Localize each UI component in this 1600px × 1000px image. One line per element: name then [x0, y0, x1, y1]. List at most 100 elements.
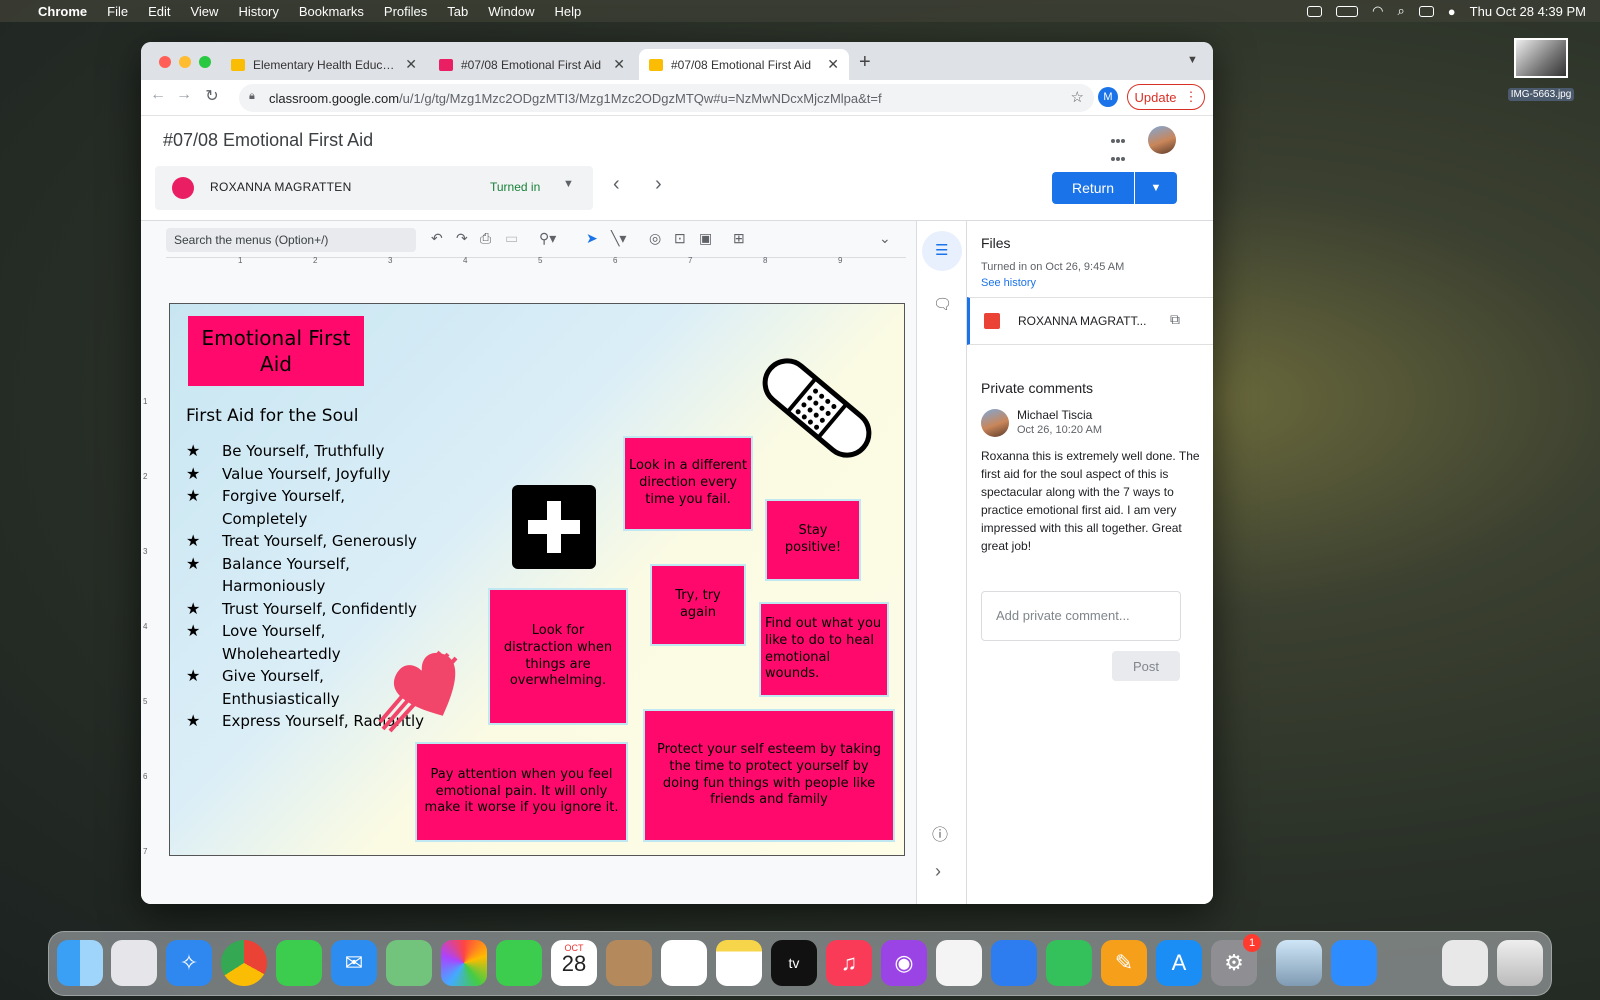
back-icon[interactable]: ←: [147, 86, 169, 104]
music-icon[interactable]: ♫: [826, 940, 872, 986]
tab-emotional-first-aid-1[interactable]: #07/08 Emotional First Aid ✕: [429, 49, 635, 80]
tab-health-education[interactable]: Elementary Health Education ( ✕: [221, 49, 427, 80]
first-aid-cross-icon[interactable]: [512, 485, 596, 569]
menu-app-name[interactable]: Chrome: [38, 4, 87, 19]
photos-icon[interactable]: [441, 940, 487, 986]
appstore-icon[interactable]: A: [1156, 940, 1202, 986]
heart-icon[interactable]: [378, 634, 478, 734]
text-box-icon[interactable]: ⊡: [674, 230, 686, 247]
update-button[interactable]: Update ⋮: [1127, 84, 1205, 110]
tab-emotional-first-aid-active[interactable]: #07/08 Emotional First Aid ✕: [639, 49, 849, 80]
attached-file-row[interactable]: ROXANNA MAGRATT... ⧉: [967, 297, 1213, 345]
profile-avatar[interactable]: M: [1098, 87, 1118, 107]
google-apps-icon[interactable]: [1111, 132, 1127, 179]
reminders-icon[interactable]: [661, 940, 707, 986]
reload-icon[interactable]: ↻: [201, 86, 223, 106]
tab-search-icon[interactable]: ▼: [1187, 54, 1198, 66]
collapse-toolbar-icon[interactable]: ⌄: [879, 230, 891, 247]
appletv-icon[interactable]: tv: [771, 940, 817, 986]
menu-help[interactable]: Help: [555, 4, 582, 19]
zoom-window-button[interactable]: [199, 56, 211, 68]
control-center-icon[interactable]: [1418, 5, 1434, 17]
account-avatar[interactable]: [1148, 126, 1176, 154]
collapse-panel-icon[interactable]: ›: [935, 861, 941, 882]
trash-icon[interactable]: [1497, 940, 1543, 986]
podcasts-icon[interactable]: ◉: [881, 940, 927, 986]
minimize-window-button[interactable]: [179, 56, 191, 68]
student-selector[interactable]: ROXANNA MAGRATTEN Turned in ▼: [155, 166, 593, 210]
tip-look-different[interactable]: Look in a different direction every time…: [623, 436, 753, 531]
siri-icon[interactable]: ●: [1448, 4, 1456, 19]
menubar-clock[interactable]: Thu Oct 28 4:39 PM: [1470, 4, 1586, 19]
files-tab-icon[interactable]: ☰: [922, 231, 962, 271]
notes-icon[interactable]: [716, 940, 762, 986]
menu-bookmarks[interactable]: Bookmarks: [299, 4, 364, 19]
lock-icon[interactable]: 🔒︎: [249, 90, 255, 103]
menu-history[interactable]: History: [238, 4, 278, 19]
zoom-icon[interactable]: ⚲▾: [539, 230, 556, 247]
zoom-icon[interactable]: [1331, 940, 1377, 986]
keynote-icon[interactable]: [991, 940, 1037, 986]
paint-format-icon[interactable]: ▭: [505, 230, 518, 247]
return-options-button[interactable]: ▼: [1135, 172, 1177, 204]
documents-icon[interactable]: [1442, 940, 1488, 986]
help-icon[interactable]: ⓘ: [932, 821, 948, 845]
poster-title[interactable]: Emotional First Aid: [188, 316, 364, 386]
select-icon[interactable]: ➤: [586, 230, 598, 247]
contacts-icon[interactable]: [606, 940, 652, 986]
menu-tab[interactable]: Tab: [447, 4, 468, 19]
safari-icon[interactable]: ✧: [166, 940, 212, 986]
poster-subtitle[interactable]: First Aid for the Soul: [186, 406, 359, 426]
previous-student-icon[interactable]: ‹: [613, 173, 620, 196]
settings-icon[interactable]: ⚙ 1: [1211, 934, 1261, 986]
comment-add-icon[interactable]: ⊞: [733, 230, 745, 247]
drawing-canvas[interactable]: Emotional First Aid First Aid for the So…: [169, 303, 905, 856]
redo-icon[interactable]: ↷: [456, 230, 468, 247]
chrome-icon[interactable]: [221, 940, 267, 986]
image-icon[interactable]: ▣: [699, 230, 712, 247]
open-in-new-icon[interactable]: ⧉: [1170, 311, 1180, 328]
tip-pay-attention[interactable]: Pay attention when you feel emotional pa…: [415, 742, 628, 842]
next-student-icon[interactable]: ›: [655, 173, 662, 196]
bandage-icon[interactable]: [752, 348, 882, 468]
return-button[interactable]: Return: [1052, 172, 1134, 204]
spotlight-icon[interactable]: ⌕: [1398, 3, 1405, 19]
mail-icon[interactable]: ✉: [331, 940, 377, 986]
see-history-link[interactable]: See history: [981, 277, 1036, 289]
forward-icon[interactable]: →: [173, 86, 195, 104]
numbers-icon[interactable]: [1046, 940, 1092, 986]
maps-icon[interactable]: [386, 940, 432, 986]
chevron-down-icon[interactable]: ▼: [563, 178, 574, 190]
menu-view[interactable]: View: [190, 4, 218, 19]
tip-protect[interactable]: Protect your self esteem by taking the t…: [643, 709, 895, 842]
launchpad-icon[interactable]: [111, 940, 157, 986]
address-bar[interactable]: 🔒︎ classroom.google.com/u/1/g/tg/Mzg1Mzc…: [239, 84, 1094, 112]
close-tab-icon[interactable]: ✕: [405, 56, 417, 73]
shape-icon[interactable]: ◎: [649, 230, 661, 247]
post-button[interactable]: Post: [1112, 651, 1180, 681]
preview-icon[interactable]: [1276, 940, 1322, 986]
close-tab-icon[interactable]: ✕: [827, 56, 839, 73]
tip-stay-positive[interactable]: Stay positive!: [765, 499, 861, 581]
battery-icon[interactable]: [1336, 5, 1359, 17]
pages-icon[interactable]: ✎: [1101, 940, 1147, 986]
tip-try-again[interactable]: Try, try again: [650, 564, 746, 646]
comments-tab-icon[interactable]: 🗨︎: [933, 295, 952, 313]
private-comment-input[interactable]: Add private comment...: [981, 591, 1181, 641]
new-tab-icon[interactable]: +: [859, 51, 871, 74]
desktop-file[interactable]: IMG-5663.jpg: [1500, 38, 1582, 102]
messages-icon[interactable]: [276, 940, 322, 986]
screen-record-icon[interactable]: [1307, 5, 1323, 17]
facetime-icon[interactable]: [496, 940, 542, 986]
menu-search-input[interactable]: Search the menus (Option+/): [166, 228, 416, 252]
tip-distraction[interactable]: Look for distraction when things are ove…: [488, 588, 628, 725]
calendar-icon[interactable]: OCT 28: [551, 940, 597, 986]
news-icon[interactable]: [936, 940, 982, 986]
tip-find-out[interactable]: Find out what you like to do to heal emo…: [759, 602, 889, 697]
close-window-button[interactable]: [159, 56, 171, 68]
menu-window[interactable]: Window: [488, 4, 534, 19]
menu-file[interactable]: File: [107, 4, 128, 19]
wifi-icon[interactable]: ◠: [1372, 3, 1383, 19]
undo-icon[interactable]: ↶: [431, 230, 443, 247]
close-tab-icon[interactable]: ✕: [613, 56, 625, 73]
